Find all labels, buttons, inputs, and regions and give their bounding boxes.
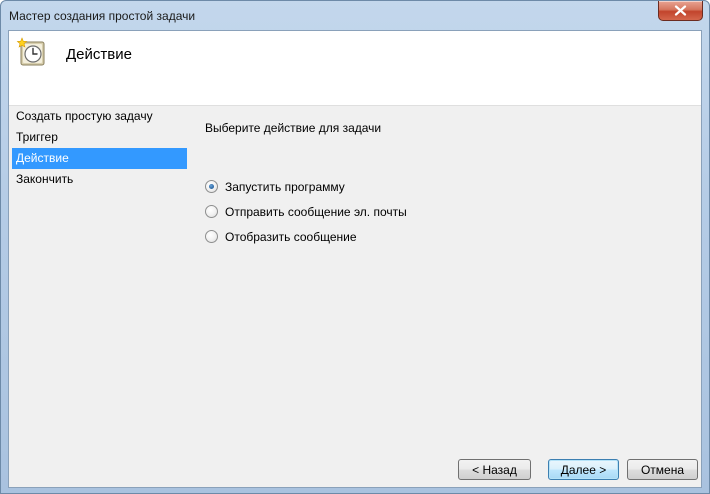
wizard-client-area: Действие Создать простую задачу Триггер … — [8, 30, 702, 488]
action-panel: Выберите действие для задачи Запустить п… — [205, 121, 407, 244]
title-bar[interactable]: Мастер создания простой задачи — [1, 1, 709, 31]
option-start-program[interactable]: Запустить программу — [205, 174, 465, 199]
nav-item-finish[interactable]: Закончить — [12, 169, 187, 190]
wizard-window: Мастер создания простой задачи Действие … — [0, 0, 710, 494]
wizard-steps-nav: Создать простую задачу Триггер Действие … — [12, 106, 187, 190]
nav-item-trigger[interactable]: Триггер — [12, 127, 187, 148]
option-label[interactable]: Отправить сообщение эл. почты — [225, 205, 407, 219]
wizard-header: Действие — [9, 31, 701, 106]
scheduled-task-clock-icon — [16, 37, 45, 66]
action-prompt: Выберите действие для задачи — [205, 121, 382, 135]
option-display-message[interactable]: Отобразить сообщение — [205, 224, 465, 249]
page-title: Действие — [66, 46, 132, 63]
back-button[interactable]: < Назад — [458, 459, 531, 480]
nav-item-create-task[interactable]: Создать простую задачу — [12, 106, 187, 127]
option-send-email[interactable]: Отправить сообщение эл. почты — [205, 199, 465, 224]
option-label[interactable]: Запустить программу — [225, 180, 345, 194]
radio-send-email[interactable] — [205, 205, 218, 218]
action-radio-group: Запустить программу Отправить сообщение … — [205, 174, 465, 249]
radio-display-message[interactable] — [205, 230, 218, 243]
radio-start-program[interactable] — [205, 180, 218, 193]
nav-item-action[interactable]: Действие — [12, 148, 187, 169]
option-label[interactable]: Отобразить сообщение — [225, 230, 357, 244]
window-title: Мастер создания простой задачи — [9, 9, 196, 23]
next-button[interactable]: Далее > — [548, 459, 619, 480]
close-button[interactable] — [658, 1, 703, 21]
cancel-button[interactable]: Отмена — [627, 459, 698, 480]
close-icon — [674, 5, 687, 16]
